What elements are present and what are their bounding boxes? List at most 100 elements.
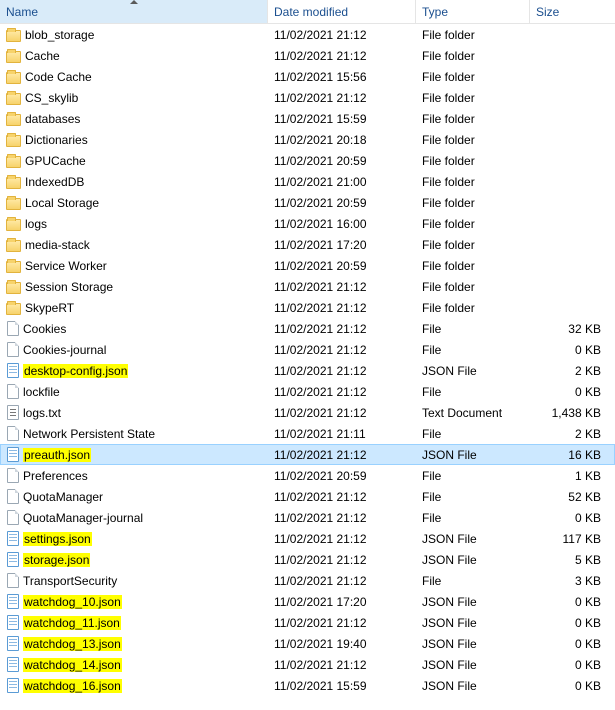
file-name: watchdog_14.json	[23, 658, 122, 672]
file-row[interactable]: preauth.json11/02/2021 21:12JSON File16 …	[0, 444, 615, 465]
cell-date: 11/02/2021 21:12	[268, 301, 416, 315]
json-file-icon	[7, 636, 19, 651]
folder-icon	[6, 51, 21, 63]
file-name: Network Persistent State	[23, 427, 155, 441]
cell-type: File	[416, 385, 530, 399]
cell-name: preauth.json	[0, 447, 268, 462]
file-row[interactable]: storage.json11/02/2021 21:12JSON File5 K…	[0, 549, 615, 570]
file-icon	[7, 426, 19, 441]
file-row[interactable]: blob_storage11/02/2021 21:12File folder	[0, 24, 615, 45]
file-row[interactable]: QuotaManager11/02/2021 21:12File52 KB	[0, 486, 615, 507]
file-row[interactable]: Cookies-journal11/02/2021 21:12File0 KB	[0, 339, 615, 360]
file-row[interactable]: Cookies11/02/2021 21:12File32 KB	[0, 318, 615, 339]
file-row[interactable]: settings.json11/02/2021 21:12JSON File11…	[0, 528, 615, 549]
file-row[interactable]: logs11/02/2021 16:00File folder	[0, 213, 615, 234]
cell-type: File folder	[416, 280, 530, 294]
file-list: blob_storage11/02/2021 21:12File folderC…	[0, 24, 615, 696]
file-row[interactable]: lockfile11/02/2021 21:12File0 KB	[0, 381, 615, 402]
file-row[interactable]: Service Worker11/02/2021 20:59File folde…	[0, 255, 615, 276]
cell-type: File	[416, 343, 530, 357]
cell-date: 11/02/2021 20:18	[268, 133, 416, 147]
folder-icon	[6, 135, 21, 147]
file-name: logs.txt	[23, 406, 61, 420]
cell-date: 11/02/2021 21:12	[268, 574, 416, 588]
column-header-type[interactable]: Type	[416, 0, 530, 23]
file-row[interactable]: Network Persistent State11/02/2021 21:11…	[0, 423, 615, 444]
file-row[interactable]: watchdog_16.json11/02/2021 15:59JSON Fil…	[0, 675, 615, 696]
file-row[interactable]: Session Storage11/02/2021 21:12File fold…	[0, 276, 615, 297]
cell-date: 11/02/2021 21:12	[268, 364, 416, 378]
file-name: Session Storage	[25, 280, 113, 294]
file-row[interactable]: Cache11/02/2021 21:12File folder	[0, 45, 615, 66]
cell-name: watchdog_14.json	[0, 657, 268, 672]
file-row[interactable]: GPUCache11/02/2021 20:59File folder	[0, 150, 615, 171]
file-icon	[7, 384, 19, 399]
file-row[interactable]: Preferences11/02/2021 20:59File1 KB	[0, 465, 615, 486]
cell-type: File folder	[416, 238, 530, 252]
column-header-date[interactable]: Date modified	[268, 0, 416, 23]
folder-icon	[6, 30, 21, 42]
column-header-label: Date modified	[274, 5, 348, 19]
folder-icon	[6, 282, 21, 294]
file-row[interactable]: TransportSecurity11/02/2021 21:12File3 K…	[0, 570, 615, 591]
cell-size: 5 KB	[530, 553, 615, 567]
file-icon	[7, 468, 19, 483]
file-name: logs	[25, 217, 47, 231]
column-header-row: Name Date modified Type Size	[0, 0, 615, 24]
file-name: blob_storage	[25, 28, 94, 42]
file-row[interactable]: logs.txt11/02/2021 21:12Text Document1,4…	[0, 402, 615, 423]
cell-name: SkypeRT	[0, 300, 268, 315]
json-file-icon	[7, 531, 19, 546]
file-name: desktop-config.json	[23, 364, 128, 378]
cell-name: Dictionaries	[0, 132, 268, 147]
file-row[interactable]: Dictionaries11/02/2021 20:18File folder	[0, 129, 615, 150]
cell-type: File folder	[416, 28, 530, 42]
file-row[interactable]: databases11/02/2021 15:59File folder	[0, 108, 615, 129]
file-row[interactable]: Local Storage11/02/2021 20:59File folder	[0, 192, 615, 213]
file-row[interactable]: Code Cache11/02/2021 15:56File folder	[0, 66, 615, 87]
folder-icon	[6, 219, 21, 231]
cell-date: 11/02/2021 21:12	[268, 49, 416, 63]
cell-date: 11/02/2021 21:12	[268, 616, 416, 630]
cell-type: JSON File	[416, 532, 530, 546]
json-file-icon	[7, 552, 19, 567]
folder-icon	[6, 198, 21, 210]
column-header-name[interactable]: Name	[0, 0, 268, 23]
cell-type: File folder	[416, 196, 530, 210]
cell-size: 0 KB	[530, 679, 615, 693]
sort-asc-icon	[130, 0, 138, 4]
file-row[interactable]: media-stack11/02/2021 17:20File folder	[0, 234, 615, 255]
file-row[interactable]: QuotaManager-journal11/02/2021 21:12File…	[0, 507, 615, 528]
file-row[interactable]: watchdog_10.json11/02/2021 17:20JSON Fil…	[0, 591, 615, 612]
cell-type: File folder	[416, 301, 530, 315]
file-row[interactable]: watchdog_11.json11/02/2021 21:12JSON Fil…	[0, 612, 615, 633]
cell-type: File folder	[416, 154, 530, 168]
file-name: Preferences	[23, 469, 88, 483]
cell-name: logs	[0, 216, 268, 231]
cell-size: 0 KB	[530, 511, 615, 525]
file-row[interactable]: IndexedDB11/02/2021 21:00File folder	[0, 171, 615, 192]
cell-name: blob_storage	[0, 27, 268, 42]
file-row[interactable]: watchdog_14.json11/02/2021 21:12JSON Fil…	[0, 654, 615, 675]
file-row[interactable]: watchdog_13.json11/02/2021 19:40JSON Fil…	[0, 633, 615, 654]
json-file-icon	[7, 594, 19, 609]
file-name: lockfile	[23, 385, 60, 399]
file-name: CS_skylib	[25, 91, 78, 105]
cell-size: 3 KB	[530, 574, 615, 588]
column-header-label: Size	[536, 5, 559, 19]
folder-icon	[6, 240, 21, 252]
cell-name: Service Worker	[0, 258, 268, 273]
file-icon	[7, 342, 19, 357]
cell-name: CS_skylib	[0, 90, 268, 105]
file-row[interactable]: CS_skylib11/02/2021 21:12File folder	[0, 87, 615, 108]
cell-date: 11/02/2021 20:59	[268, 196, 416, 210]
file-name: TransportSecurity	[23, 574, 117, 588]
cell-name: QuotaManager-journal	[0, 510, 268, 525]
file-row[interactable]: desktop-config.json11/02/2021 21:12JSON …	[0, 360, 615, 381]
cell-type: File	[416, 469, 530, 483]
file-row[interactable]: SkypeRT11/02/2021 21:12File folder	[0, 297, 615, 318]
cell-size: 0 KB	[530, 385, 615, 399]
column-header-size[interactable]: Size	[530, 0, 615, 23]
cell-type: File folder	[416, 175, 530, 189]
column-header-label: Type	[422, 5, 448, 19]
